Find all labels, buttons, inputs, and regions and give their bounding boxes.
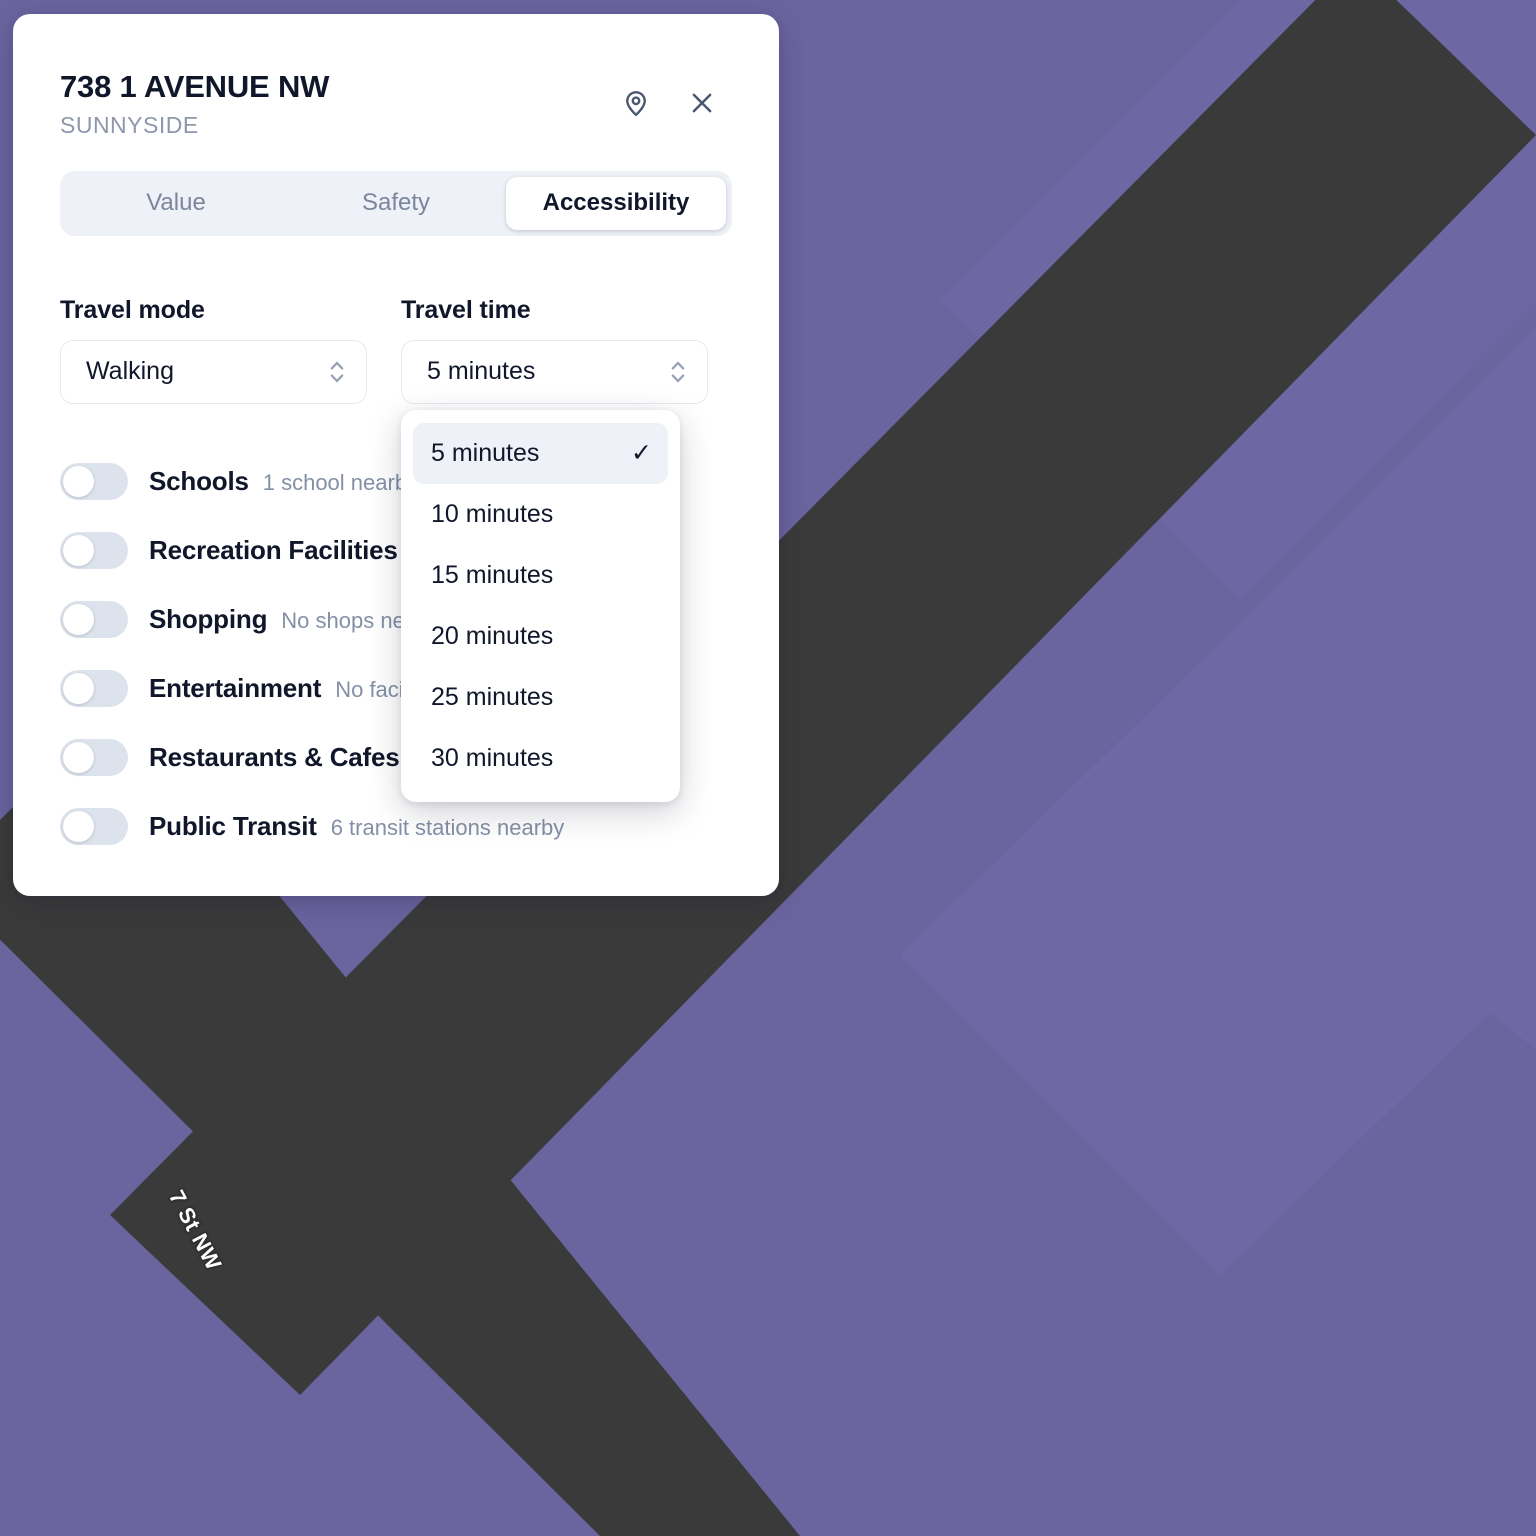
map-pin-icon (626, 91, 646, 117)
travel-time-dropdown-menu: 5 minutes ✓ 10 minutes 15 minutes 20 min… (401, 409, 680, 802)
travel-mode-group: Travel mode Walking (60, 296, 367, 404)
toggle-recreation-facilities[interactable] (60, 531, 128, 569)
travel-time-option-5[interactable]: 5 minutes ✓ (413, 422, 668, 484)
toggle-schools[interactable] (60, 462, 128, 500)
amenity-label: Schools (149, 465, 249, 496)
option-label: 25 minutes (431, 682, 554, 711)
amenity-label: Public Transit (149, 810, 317, 841)
option-label: 5 minutes (431, 438, 540, 467)
close-icon (692, 93, 712, 113)
travel-time-select[interactable]: 5 minutes (401, 339, 708, 404)
travel-controls: Travel mode Walking Travel time 5 minute… (13, 236, 779, 802)
toggle-knob (63, 810, 94, 842)
amenity-text: Public Transit 6 transit stations nearby (149, 811, 564, 842)
amenity-label: Restaurants & Cafes (149, 741, 400, 772)
amenity-meta: 6 transit stations nearby (330, 814, 565, 840)
amenity-row-public-transit: Public Transit 6 transit stations nearby (60, 792, 732, 861)
toggle-knob (63, 603, 94, 635)
option-label: 15 minutes (431, 560, 554, 589)
travel-mode-select[interactable]: Walking (60, 339, 367, 404)
toggle-entertainment[interactable] (60, 669, 128, 707)
travel-time-option-10[interactable]: 10 minutes (413, 484, 668, 545)
chevron-up-down-icon (328, 357, 346, 387)
toggle-shopping[interactable] (60, 600, 128, 638)
toggle-knob (63, 465, 94, 497)
travel-time-value: 5 minutes (427, 357, 536, 386)
toggle-knob (63, 672, 94, 704)
locate-on-map-button[interactable] (617, 84, 655, 122)
travel-time-label: Travel time (401, 295, 531, 324)
property-info-card: 738 1 AVENUE NW SUNNYSIDE Value Safety A… (13, 14, 779, 896)
amenity-meta: 1 school nearby (262, 469, 419, 495)
travel-time-option-25[interactable]: 25 minutes (413, 667, 668, 728)
header-actions (617, 66, 739, 122)
option-label: 20 minutes (431, 621, 554, 650)
travel-time-group: Travel time 5 minutes 5 minutes ✓ 10 min (401, 295, 708, 802)
travel-mode-label: Travel mode (60, 295, 205, 324)
travel-time-option-30[interactable]: 30 minutes (413, 728, 668, 789)
amenity-text: Schools 1 school nearby (149, 466, 418, 497)
option-label: 30 minutes (431, 743, 554, 772)
toggle-knob (63, 741, 94, 773)
page-title: 738 1 AVENUE NW (60, 69, 330, 104)
travel-time-option-20[interactable]: 20 minutes (413, 606, 668, 667)
card-header: 738 1 AVENUE NW SUNNYSIDE (13, 14, 779, 139)
toggle-knob (63, 534, 94, 566)
amenity-label: Recreation Facilities (149, 534, 398, 565)
check-icon: ✓ (631, 438, 652, 467)
amenity-label: Entertainment (149, 672, 322, 703)
chevron-up-down-icon (669, 357, 687, 387)
travel-time-option-15[interactable]: 15 minutes (413, 545, 668, 606)
tab-accessibility[interactable]: Accessibility (506, 176, 726, 230)
amenity-text: Recreation Facilities (149, 535, 412, 566)
close-button[interactable] (683, 84, 721, 122)
amenity-label: Shopping (149, 603, 268, 634)
neighbourhood-subtitle: SUNNYSIDE (60, 111, 199, 138)
toggle-restaurants-cafes[interactable] (60, 738, 128, 776)
amenity-text: Restaurants & Cafes (149, 742, 414, 773)
option-label: 10 minutes (431, 499, 554, 528)
toggle-public-transit[interactable] (60, 807, 128, 845)
tab-bar: Value Safety Accessibility (60, 170, 732, 236)
tab-value[interactable]: Value (66, 177, 286, 230)
travel-mode-value: Walking (86, 357, 174, 386)
tab-safety[interactable]: Safety (286, 177, 506, 230)
title-block: 738 1 AVENUE NW SUNNYSIDE (60, 66, 329, 139)
